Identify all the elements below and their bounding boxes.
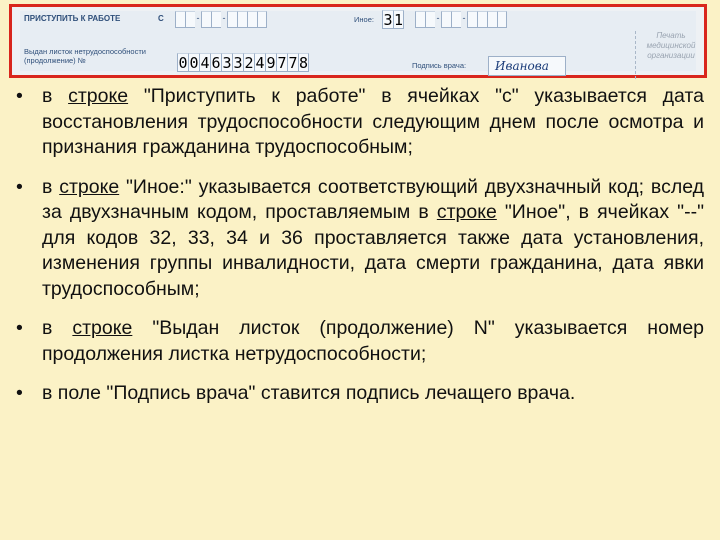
sheet-number-digit[interactable]: 4 [199, 53, 210, 72]
issued-label-line1: Выдан листок нетрудоспособности [24, 47, 146, 56]
sheet-number-cells[interactable]: 0 0 4 6 3 3 2 4 9 7 7 8 [177, 53, 309, 72]
bullet-mark: • [16, 85, 23, 107]
stamp-placeholder: Печать медицинской организации [640, 31, 702, 61]
start-work-date-cells[interactable]: - - [175, 11, 267, 28]
sheet-number-digit[interactable]: 0 [188, 53, 199, 72]
other-code-digit[interactable]: 3 [382, 10, 393, 29]
sheet-number-digit[interactable]: 3 [232, 53, 243, 72]
bullet-mark: • [16, 175, 23, 198]
instructions-list: • в строке "Приступить к работе" в ячейк… [14, 84, 704, 407]
sheet-number-digit[interactable]: 8 [298, 53, 309, 72]
date-cell[interactable] [487, 11, 497, 28]
date-cell[interactable] [451, 11, 461, 28]
sheet-number-digit[interactable]: 6 [210, 53, 221, 72]
sheet-number-digit[interactable]: 7 [276, 53, 287, 72]
other-code-digit[interactable]: 1 [393, 10, 404, 29]
date-cell[interactable] [237, 11, 247, 28]
date-cell[interactable] [415, 11, 425, 28]
bullet-start-work: • в строке "Приступить к работе" в ячейк… [14, 84, 704, 161]
date-cell[interactable] [211, 11, 221, 28]
issued-label-line2: (продолжение) № [24, 56, 86, 65]
sheet-number-digit[interactable]: 0 [177, 53, 188, 72]
bullet-mark: • [16, 382, 23, 404]
bullet-doctor-signature: • в поле "Подпись врача" ставится подпис… [14, 381, 704, 407]
bullet-text: в строке "Выдан листок (продолжение) N" … [42, 317, 705, 365]
date-cell[interactable] [185, 11, 195, 28]
date-cell[interactable] [425, 11, 435, 28]
form-area: ПРИСТУПИТЬ К РАБОТЕ С - - Иное: 3 1 - - [20, 10, 696, 79]
bullet-mark: • [16, 317, 23, 339]
date-cell[interactable] [201, 11, 211, 28]
doctor-signature-field[interactable]: Иванова [488, 56, 566, 76]
stamp-text-line: медицинской [646, 41, 696, 50]
date-cell[interactable] [441, 11, 451, 28]
date-cell[interactable] [257, 11, 267, 28]
start-work-from-label: С [158, 14, 164, 23]
bullet-other: • в строке "Иное:" указывается соответст… [14, 175, 704, 303]
bullet-text: в поле "Подпись врача" ставится подпись … [42, 382, 576, 404]
other-code-cells[interactable]: 3 1 [382, 10, 404, 29]
date-cell[interactable] [247, 11, 257, 28]
sheet-number-digit[interactable]: 9 [265, 53, 276, 72]
bullet-issued: • в строке "Выдан листок (продолжение) N… [14, 316, 704, 367]
date-cell[interactable] [175, 11, 185, 28]
start-work-label: ПРИСТУПИТЬ К РАБОТЕ [24, 14, 121, 23]
date-cell[interactable] [467, 11, 477, 28]
sheet-number-digit[interactable]: 7 [287, 53, 298, 72]
date-cell[interactable] [497, 11, 507, 28]
stamp-text-line: организации [647, 51, 695, 60]
sick-leave-form-fragment: ПРИСТУПИТЬ К РАБОТЕ С - - Иное: 3 1 - - [9, 4, 707, 79]
other-label: Иное: [354, 15, 374, 24]
doctor-signature-label: Подпись врача: [412, 61, 467, 70]
stamp-text-line: Печать [656, 31, 686, 40]
date-cell[interactable] [477, 11, 487, 28]
other-date-cells[interactable]: - - [415, 11, 507, 28]
bullet-text: в строке "Приступить к работе" в ячейках… [42, 85, 704, 158]
bullet-text: в строке "Иное:" указывается соответству… [42, 175, 705, 300]
date-cell[interactable] [227, 11, 237, 28]
sheet-number-digit[interactable]: 3 [221, 53, 232, 72]
sheet-number-digit[interactable]: 4 [254, 53, 265, 72]
stamp-area: Печать медицинской организации [635, 31, 702, 79]
sheet-number-digit[interactable]: 2 [243, 53, 254, 72]
